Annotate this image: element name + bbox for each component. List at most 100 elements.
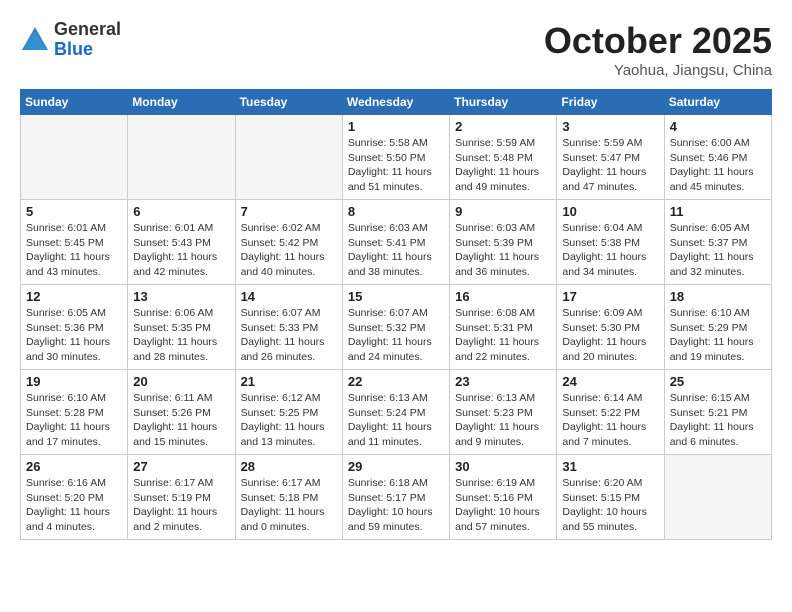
day-number: 5 (26, 204, 122, 219)
day-number: 11 (670, 204, 766, 219)
day-info: Sunrise: 5:58 AMSunset: 5:50 PMDaylight:… (348, 136, 444, 195)
day-info: Sunrise: 6:03 AMSunset: 5:39 PMDaylight:… (455, 221, 551, 280)
day-info: Sunrise: 6:20 AMSunset: 5:15 PMDaylight:… (562, 476, 658, 535)
empty-cell (21, 115, 128, 200)
day-info: Sunrise: 5:59 AMSunset: 5:48 PMDaylight:… (455, 136, 551, 195)
weekday-header-saturday: Saturday (664, 90, 771, 115)
weekday-header-monday: Monday (128, 90, 235, 115)
day-number: 10 (562, 204, 658, 219)
day-info: Sunrise: 6:01 AMSunset: 5:43 PMDaylight:… (133, 221, 229, 280)
logo-general: General (54, 20, 121, 40)
day-number: 12 (26, 289, 122, 304)
day-cell-15: 15Sunrise: 6:07 AMSunset: 5:32 PMDayligh… (342, 285, 449, 370)
week-row-3: 12 Sunrise: 6:05 AMSunset: 5:36 PMDayligh… (21, 285, 772, 370)
day-info: Sunrise: 6:03 AMSunset: 5:41 PMDaylight:… (348, 221, 444, 280)
day-cell-5: 5Sunrise: 6:01 AMSunset: 5:45 PMDaylight… (21, 200, 128, 285)
day-cell-11: 11 Sunrise: 6:05 AMSunset: 5:37 PMDayligh… (664, 200, 771, 285)
day-number: 17 (562, 289, 658, 304)
day-number: 6 (133, 204, 229, 219)
day-info: Sunrise: 6:14 AMSunset: 5:22 PMDaylight:… (562, 391, 658, 450)
day-info: Sunrise: 6:12 AMSunset: 5:25 PMDaylight:… (241, 391, 337, 450)
day-cell-17: 17 Sunrise: 6:09 AMSunset: 5:30 PMDayligh… (557, 285, 664, 370)
day-number: 29 (348, 459, 444, 474)
logo: General Blue (20, 20, 121, 60)
empty-cell (128, 115, 235, 200)
day-cell-29: 29Sunrise: 6:18 AMSunset: 5:17 PMDayligh… (342, 455, 449, 540)
week-row-5: 26 Sunrise: 6:16 AMSunset: 5:20 PMDayligh… (21, 455, 772, 540)
week-row-4: 19 Sunrise: 6:10 AMSunset: 5:28 PMDayligh… (21, 370, 772, 455)
weekday-header-thursday: Thursday (450, 90, 557, 115)
day-number: 4 (670, 119, 766, 134)
logo-text: General Blue (54, 20, 121, 60)
day-info: Sunrise: 6:15 AMSunset: 5:21 PMDaylight:… (670, 391, 766, 450)
weekday-header-friday: Friday (557, 90, 664, 115)
day-number: 13 (133, 289, 229, 304)
day-cell-14: 14Sunrise: 6:07 AMSunset: 5:33 PMDayligh… (235, 285, 342, 370)
logo-icon (20, 25, 50, 55)
day-cell-26: 26 Sunrise: 6:16 AMSunset: 5:20 PMDayligh… (21, 455, 128, 540)
day-number: 16 (455, 289, 551, 304)
day-cell-27: 27Sunrise: 6:17 AMSunset: 5:19 PMDayligh… (128, 455, 235, 540)
day-number: 19 (26, 374, 122, 389)
day-cell-21: 21 Sunrise: 6:12 AMSunset: 5:25 PMDayligh… (235, 370, 342, 455)
day-info: Sunrise: 6:04 AMSunset: 5:38 PMDaylight:… (562, 221, 658, 280)
week-row-1: 1 Sunrise: 5:58 AMSunset: 5:50 PMDaylight… (21, 115, 772, 200)
day-number: 24 (562, 374, 658, 389)
day-info: Sunrise: 6:05 AMSunset: 5:36 PMDaylight:… (26, 306, 122, 365)
day-info: Sunrise: 6:06 AMSunset: 5:35 PMDaylight:… (133, 306, 229, 365)
empty-cell (664, 455, 771, 540)
empty-cell (235, 115, 342, 200)
month-title: October 2025 (544, 20, 772, 62)
day-cell-18: 18 Sunrise: 6:10 AMSunset: 5:29 PMDayligh… (664, 285, 771, 370)
day-number: 3 (562, 119, 658, 134)
weekday-header-tuesday: Tuesday (235, 90, 342, 115)
day-info: Sunrise: 6:02 AMSunset: 5:42 PMDaylight:… (241, 221, 337, 280)
day-number: 9 (455, 204, 551, 219)
day-cell-6: 6 Sunrise: 6:01 AMSunset: 5:43 PMDaylight… (128, 200, 235, 285)
day-number: 18 (670, 289, 766, 304)
day-number: 22 (348, 374, 444, 389)
location: Yaohua, Jiangsu, China (544, 62, 772, 79)
day-info: Sunrise: 6:09 AMSunset: 5:30 PMDaylight:… (562, 306, 658, 365)
day-info: Sunrise: 6:10 AMSunset: 5:29 PMDaylight:… (670, 306, 766, 365)
week-row-2: 5Sunrise: 6:01 AMSunset: 5:45 PMDaylight… (21, 200, 772, 285)
day-number: 7 (241, 204, 337, 219)
day-info: Sunrise: 6:16 AMSunset: 5:20 PMDaylight:… (26, 476, 122, 535)
day-info: Sunrise: 6:10 AMSunset: 5:28 PMDaylight:… (26, 391, 122, 450)
day-cell-7: 7 Sunrise: 6:02 AMSunset: 5:42 PMDaylight… (235, 200, 342, 285)
day-cell-16: 16 Sunrise: 6:08 AMSunset: 5:31 PMDayligh… (450, 285, 557, 370)
day-number: 21 (241, 374, 337, 389)
calendar: SundayMondayTuesdayWednesdayThursdayFrid… (20, 89, 772, 540)
day-number: 2 (455, 119, 551, 134)
day-info: Sunrise: 6:07 AMSunset: 5:33 PMDaylight:… (241, 306, 337, 365)
weekday-header-wednesday: Wednesday (342, 90, 449, 115)
day-cell-24: 24 Sunrise: 6:14 AMSunset: 5:22 PMDayligh… (557, 370, 664, 455)
day-cell-20: 20 Sunrise: 6:11 AMSunset: 5:26 PMDayligh… (128, 370, 235, 455)
day-cell-22: 22 Sunrise: 6:13 AMSunset: 5:24 PMDayligh… (342, 370, 449, 455)
page-header: General Blue October 2025 Yaohua, Jiangs… (20, 20, 772, 79)
weekday-header-row: SundayMondayTuesdayWednesdayThursdayFrid… (21, 90, 772, 115)
weekday-header-sunday: Sunday (21, 90, 128, 115)
day-cell-30: 30Sunrise: 6:19 AMSunset: 5:16 PMDayligh… (450, 455, 557, 540)
day-number: 8 (348, 204, 444, 219)
day-number: 31 (562, 459, 658, 474)
day-info: Sunrise: 5:59 AMSunset: 5:47 PMDaylight:… (562, 136, 658, 195)
day-number: 26 (26, 459, 122, 474)
day-number: 15 (348, 289, 444, 304)
day-info: Sunrise: 6:08 AMSunset: 5:31 PMDaylight:… (455, 306, 551, 365)
day-cell-4: 4Sunrise: 6:00 AMSunset: 5:46 PMDaylight… (664, 115, 771, 200)
day-cell-25: 25 Sunrise: 6:15 AMSunset: 5:21 PMDayligh… (664, 370, 771, 455)
day-number: 1 (348, 119, 444, 134)
day-number: 25 (670, 374, 766, 389)
day-info: Sunrise: 6:11 AMSunset: 5:26 PMDaylight:… (133, 391, 229, 450)
day-cell-23: 23Sunrise: 6:13 AMSunset: 5:23 PMDayligh… (450, 370, 557, 455)
day-number: 20 (133, 374, 229, 389)
day-info: Sunrise: 6:05 AMSunset: 5:37 PMDaylight:… (670, 221, 766, 280)
day-info: Sunrise: 6:13 AMSunset: 5:24 PMDaylight:… (348, 391, 444, 450)
day-info: Sunrise: 6:13 AMSunset: 5:23 PMDaylight:… (455, 391, 551, 450)
day-cell-3: 3 Sunrise: 5:59 AMSunset: 5:47 PMDaylight… (557, 115, 664, 200)
day-number: 28 (241, 459, 337, 474)
day-info: Sunrise: 6:17 AMSunset: 5:19 PMDaylight:… (133, 476, 229, 535)
day-cell-9: 9 Sunrise: 6:03 AMSunset: 5:39 PMDaylight… (450, 200, 557, 285)
logo-blue: Blue (54, 40, 121, 60)
